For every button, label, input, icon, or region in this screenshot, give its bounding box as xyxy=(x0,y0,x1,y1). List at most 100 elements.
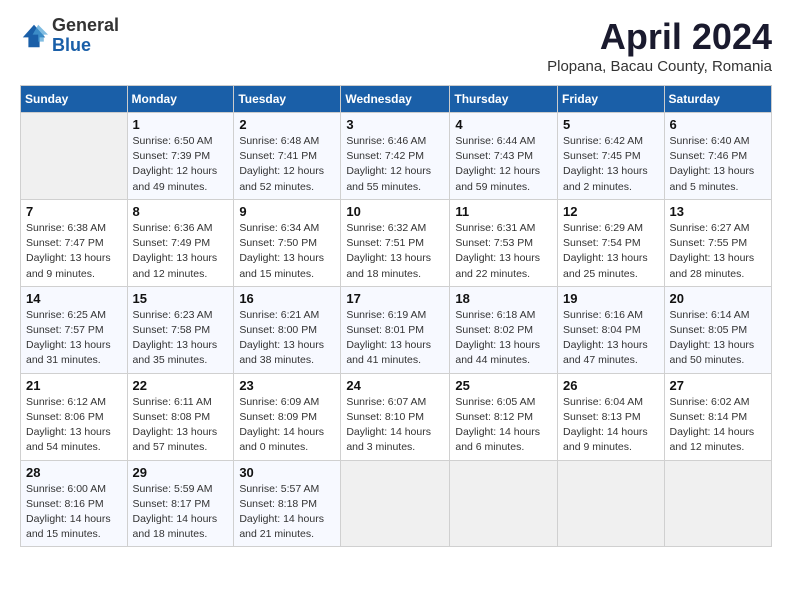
day-number: 17 xyxy=(346,291,444,306)
page: General Blue April 2024 Plopana, Bacau C… xyxy=(0,0,792,612)
calendar-cell xyxy=(341,460,450,547)
week-row-4: 21 Sunrise: 6:12 AMSunset: 8:06 PMDaylig… xyxy=(21,373,772,460)
calendar-cell: 16 Sunrise: 6:21 AMSunset: 8:00 PMDaylig… xyxy=(234,286,341,373)
calendar-cell: 18 Sunrise: 6:18 AMSunset: 8:02 PMDaylig… xyxy=(450,286,558,373)
calendar-cell: 19 Sunrise: 6:16 AMSunset: 8:04 PMDaylig… xyxy=(558,286,665,373)
day-number: 28 xyxy=(26,465,122,480)
calendar-cell: 28 Sunrise: 6:00 AMSunset: 8:16 PMDaylig… xyxy=(21,460,128,547)
calendar-cell: 15 Sunrise: 6:23 AMSunset: 7:58 PMDaylig… xyxy=(127,286,234,373)
day-info: Sunrise: 6:11 AMSunset: 8:08 PMDaylight:… xyxy=(133,395,229,456)
day-info: Sunrise: 6:02 AMSunset: 8:14 PMDaylight:… xyxy=(670,395,766,456)
day-number: 21 xyxy=(26,378,122,393)
logo-text: General Blue xyxy=(52,16,119,56)
day-number: 13 xyxy=(670,204,766,219)
day-header-monday: Monday xyxy=(127,86,234,113)
day-info: Sunrise: 6:46 AMSunset: 7:42 PMDaylight:… xyxy=(346,134,444,195)
day-number: 9 xyxy=(239,204,335,219)
day-info: Sunrise: 6:25 AMSunset: 7:57 PMDaylight:… xyxy=(26,308,122,369)
day-info: Sunrise: 6:29 AMSunset: 7:54 PMDaylight:… xyxy=(563,221,659,282)
day-number: 14 xyxy=(26,291,122,306)
day-info: Sunrise: 6:00 AMSunset: 8:16 PMDaylight:… xyxy=(26,482,122,543)
day-number: 7 xyxy=(26,204,122,219)
logo: General Blue xyxy=(20,16,119,56)
calendar-cell: 7 Sunrise: 6:38 AMSunset: 7:47 PMDayligh… xyxy=(21,199,128,286)
week-row-2: 7 Sunrise: 6:38 AMSunset: 7:47 PMDayligh… xyxy=(21,199,772,286)
day-info: Sunrise: 6:38 AMSunset: 7:47 PMDaylight:… xyxy=(26,221,122,282)
day-header-thursday: Thursday xyxy=(450,86,558,113)
day-header-tuesday: Tuesday xyxy=(234,86,341,113)
day-header-saturday: Saturday xyxy=(664,86,771,113)
day-header-friday: Friday xyxy=(558,86,665,113)
day-number: 6 xyxy=(670,117,766,132)
day-number: 1 xyxy=(133,117,229,132)
calendar-cell: 10 Sunrise: 6:32 AMSunset: 7:51 PMDaylig… xyxy=(341,199,450,286)
logo-general-text: General xyxy=(52,16,119,36)
day-info: Sunrise: 6:36 AMSunset: 7:49 PMDaylight:… xyxy=(133,221,229,282)
calendar-cell: 30 Sunrise: 5:57 AMSunset: 8:18 PMDaylig… xyxy=(234,460,341,547)
calendar-cell: 23 Sunrise: 6:09 AMSunset: 8:09 PMDaylig… xyxy=(234,373,341,460)
day-number: 26 xyxy=(563,378,659,393)
day-info: Sunrise: 5:57 AMSunset: 8:18 PMDaylight:… xyxy=(239,482,335,543)
calendar-cell xyxy=(21,113,128,200)
day-info: Sunrise: 6:21 AMSunset: 8:00 PMDaylight:… xyxy=(239,308,335,369)
day-number: 30 xyxy=(239,465,335,480)
day-info: Sunrise: 6:05 AMSunset: 8:12 PMDaylight:… xyxy=(455,395,552,456)
calendar-cell: 25 Sunrise: 6:05 AMSunset: 8:12 PMDaylig… xyxy=(450,373,558,460)
day-info: Sunrise: 6:42 AMSunset: 7:45 PMDaylight:… xyxy=(563,134,659,195)
week-row-5: 28 Sunrise: 6:00 AMSunset: 8:16 PMDaylig… xyxy=(21,460,772,547)
day-number: 10 xyxy=(346,204,444,219)
calendar-cell: 27 Sunrise: 6:02 AMSunset: 8:14 PMDaylig… xyxy=(664,373,771,460)
day-info: Sunrise: 6:34 AMSunset: 7:50 PMDaylight:… xyxy=(239,221,335,282)
header: General Blue April 2024 Plopana, Bacau C… xyxy=(20,16,772,75)
calendar-cell: 22 Sunrise: 6:11 AMSunset: 8:08 PMDaylig… xyxy=(127,373,234,460)
day-info: Sunrise: 6:04 AMSunset: 8:13 PMDaylight:… xyxy=(563,395,659,456)
day-info: Sunrise: 6:14 AMSunset: 8:05 PMDaylight:… xyxy=(670,308,766,369)
day-info: Sunrise: 6:16 AMSunset: 8:04 PMDaylight:… xyxy=(563,308,659,369)
day-number: 22 xyxy=(133,378,229,393)
calendar-cell: 13 Sunrise: 6:27 AMSunset: 7:55 PMDaylig… xyxy=(664,199,771,286)
day-number: 19 xyxy=(563,291,659,306)
main-title: April 2024 xyxy=(547,16,772,58)
day-number: 24 xyxy=(346,378,444,393)
day-info: Sunrise: 6:12 AMSunset: 8:06 PMDaylight:… xyxy=(26,395,122,456)
logo-blue-text: Blue xyxy=(52,36,119,56)
day-number: 4 xyxy=(455,117,552,132)
calendar-cell: 26 Sunrise: 6:04 AMSunset: 8:13 PMDaylig… xyxy=(558,373,665,460)
subtitle: Plopana, Bacau County, Romania xyxy=(547,58,772,75)
day-info: Sunrise: 6:44 AMSunset: 7:43 PMDaylight:… xyxy=(455,134,552,195)
logo-icon xyxy=(20,22,48,50)
day-header-wednesday: Wednesday xyxy=(341,86,450,113)
day-header-sunday: Sunday xyxy=(21,86,128,113)
day-number: 5 xyxy=(563,117,659,132)
day-info: Sunrise: 6:09 AMSunset: 8:09 PMDaylight:… xyxy=(239,395,335,456)
day-number: 8 xyxy=(133,204,229,219)
calendar-cell: 17 Sunrise: 6:19 AMSunset: 8:01 PMDaylig… xyxy=(341,286,450,373)
day-number: 16 xyxy=(239,291,335,306)
day-number: 12 xyxy=(563,204,659,219)
calendar-table: SundayMondayTuesdayWednesdayThursdayFrid… xyxy=(20,85,772,547)
day-info: Sunrise: 6:19 AMSunset: 8:01 PMDaylight:… xyxy=(346,308,444,369)
day-info: Sunrise: 6:50 AMSunset: 7:39 PMDaylight:… xyxy=(133,134,229,195)
day-info: Sunrise: 6:18 AMSunset: 8:02 PMDaylight:… xyxy=(455,308,552,369)
calendar-cell xyxy=(558,460,665,547)
day-info: Sunrise: 6:23 AMSunset: 7:58 PMDaylight:… xyxy=(133,308,229,369)
day-info: Sunrise: 6:40 AMSunset: 7:46 PMDaylight:… xyxy=(670,134,766,195)
day-number: 25 xyxy=(455,378,552,393)
day-info: Sunrise: 6:32 AMSunset: 7:51 PMDaylight:… xyxy=(346,221,444,282)
day-number: 11 xyxy=(455,204,552,219)
calendar-cell: 24 Sunrise: 6:07 AMSunset: 8:10 PMDaylig… xyxy=(341,373,450,460)
calendar-cell xyxy=(450,460,558,547)
calendar-cell: 4 Sunrise: 6:44 AMSunset: 7:43 PMDayligh… xyxy=(450,113,558,200)
day-number: 2 xyxy=(239,117,335,132)
calendar-cell: 21 Sunrise: 6:12 AMSunset: 8:06 PMDaylig… xyxy=(21,373,128,460)
week-row-1: 1 Sunrise: 6:50 AMSunset: 7:39 PMDayligh… xyxy=(21,113,772,200)
calendar-cell: 9 Sunrise: 6:34 AMSunset: 7:50 PMDayligh… xyxy=(234,199,341,286)
day-info: Sunrise: 5:59 AMSunset: 8:17 PMDaylight:… xyxy=(133,482,229,543)
title-block: April 2024 Plopana, Bacau County, Romani… xyxy=(547,16,772,75)
calendar-cell: 8 Sunrise: 6:36 AMSunset: 7:49 PMDayligh… xyxy=(127,199,234,286)
calendar-cell xyxy=(664,460,771,547)
calendar-header-row: SundayMondayTuesdayWednesdayThursdayFrid… xyxy=(21,86,772,113)
calendar-cell: 14 Sunrise: 6:25 AMSunset: 7:57 PMDaylig… xyxy=(21,286,128,373)
day-number: 20 xyxy=(670,291,766,306)
day-info: Sunrise: 6:27 AMSunset: 7:55 PMDaylight:… xyxy=(670,221,766,282)
